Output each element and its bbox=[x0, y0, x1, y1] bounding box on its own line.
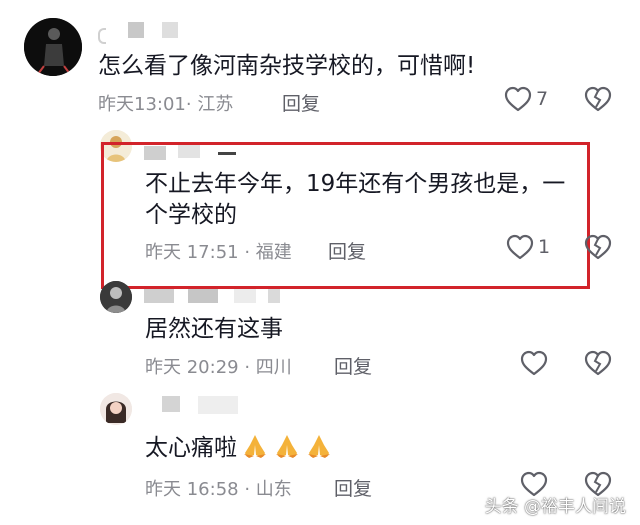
reply-button[interactable]: 回复 bbox=[328, 237, 366, 264]
dislike-icon[interactable] bbox=[584, 86, 612, 112]
heart-icon bbox=[504, 86, 532, 112]
comment-text-line1: 不止去年今年，19年还有个男孩也是，一 bbox=[145, 171, 566, 197]
username-blurred[interactable] bbox=[144, 396, 254, 418]
dislike-icon[interactable] bbox=[584, 350, 612, 376]
pray-icon bbox=[305, 433, 333, 469]
like-button[interactable]: 1 bbox=[506, 234, 550, 260]
heart-icon[interactable] bbox=[520, 350, 548, 376]
watermark: 头条 @裕丰人间说 bbox=[484, 497, 626, 517]
avatar[interactable] bbox=[100, 393, 132, 425]
username-blurred[interactable] bbox=[144, 289, 294, 309]
avatar[interactable] bbox=[100, 281, 132, 313]
avatar[interactable] bbox=[24, 18, 82, 76]
comment-text: 怎么看了像河南杂技学校的，可惜啊! bbox=[98, 53, 476, 79]
username-blurred[interactable] bbox=[98, 22, 188, 44]
comment-text: 太心痛啦 bbox=[145, 432, 333, 469]
reply-button[interactable]: 回复 bbox=[334, 474, 372, 501]
pray-icon bbox=[273, 433, 301, 469]
comment-meta: 昨天 16:58 · 山东 bbox=[145, 479, 292, 500]
comment-meta: 昨天 17:51 · 福建 bbox=[145, 242, 292, 263]
comment-text-line2: 个学校的 bbox=[145, 202, 237, 228]
reply-button[interactable]: 回复 bbox=[334, 352, 372, 379]
dislike-icon[interactable] bbox=[584, 234, 612, 260]
reply-button[interactable]: 回复 bbox=[282, 89, 320, 116]
like-count: 7 bbox=[536, 88, 549, 110]
like-button[interactable]: 7 bbox=[504, 86, 548, 112]
comment-meta: 昨天13:01· 江苏 bbox=[98, 94, 234, 115]
comment-text-content: 太心痛啦 bbox=[145, 435, 237, 461]
like-count: 1 bbox=[538, 236, 551, 258]
heart-icon bbox=[506, 234, 534, 260]
comment-meta: 昨天 20:29 · 四川 bbox=[145, 357, 292, 378]
pray-icon bbox=[241, 433, 269, 469]
comment-text: 居然还有这事 bbox=[145, 316, 283, 342]
